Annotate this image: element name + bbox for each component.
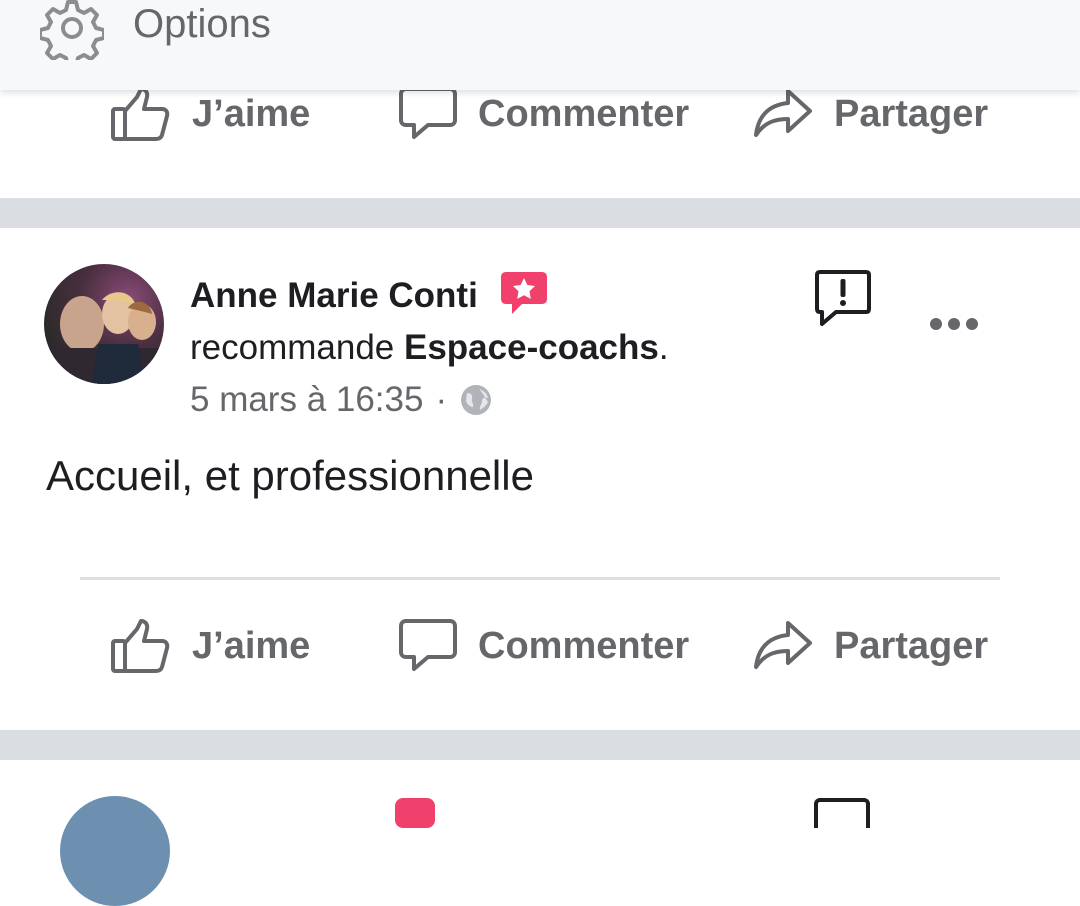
options-bar[interactable]: Options [0, 0, 1080, 90]
next-post-badge-icon [395, 798, 435, 828]
action-row-post: J’aime Commenter Partager [0, 606, 1080, 686]
comment-icon [399, 619, 457, 671]
comment-button[interactable]: Commenter [398, 606, 689, 686]
comment-label: Commenter [478, 92, 690, 135]
report-icon[interactable] [814, 268, 872, 326]
gear-icon [40, 0, 104, 60]
thumbs-up-icon [111, 619, 170, 673]
recommend-suffix: . [658, 328, 669, 367]
page-link[interactable]: Espace-coachs [404, 328, 659, 367]
like-button[interactable]: J’aime [110, 606, 310, 686]
author-name[interactable]: Anne Marie Conti [190, 276, 478, 316]
next-post-avatar[interactable] [60, 796, 170, 906]
share-button[interactable]: Partager [752, 606, 988, 686]
avatar-photo [44, 292, 164, 384]
like-label: J’aime [192, 624, 311, 667]
more-options-icon[interactable] [928, 316, 980, 332]
post-divider [80, 577, 1000, 580]
thumbs-up-icon [111, 87, 170, 141]
recommend-prefix: recommande [190, 328, 404, 367]
like-label: J’aime [192, 92, 311, 135]
recommend-badge-icon [501, 272, 547, 314]
comment-label: Commenter [478, 624, 690, 667]
recommend-line: recommande Espace-coachs. [190, 328, 669, 368]
share-label: Partager [834, 92, 989, 135]
comment-icon [399, 87, 457, 139]
options-label: Options [133, 2, 271, 46]
meta-separator: · [435, 380, 448, 419]
post-meta: 5 mars à 16:35 · [190, 380, 493, 420]
post-text: Accueil, et professionnelle [46, 452, 534, 499]
timestamp[interactable]: 5 mars à 16:35 [190, 380, 423, 420]
avatar[interactable] [44, 264, 164, 384]
share-icon [754, 621, 812, 669]
feed-separator [0, 198, 1080, 228]
share-icon [754, 89, 812, 137]
next-post-report-icon[interactable] [814, 798, 870, 828]
feed-separator [0, 730, 1080, 760]
globe-icon [461, 385, 492, 415]
share-label: Partager [834, 624, 989, 667]
